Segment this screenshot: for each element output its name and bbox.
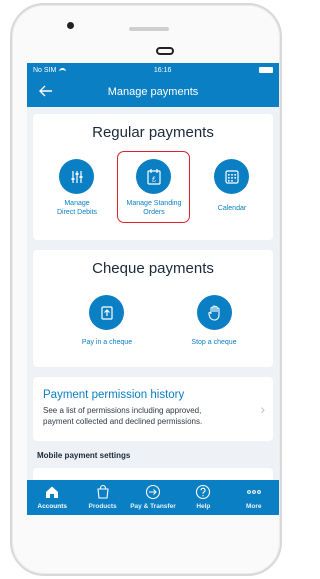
tab-pay-transfer[interactable]: Pay & Transfer (130, 483, 176, 510)
regular-payments-card: Regular payments Manage Direct Debits £ … (33, 114, 273, 240)
app-screen: No SIM 16:16 Manage payments Regular pay… (27, 63, 279, 515)
speaker-grille (129, 27, 169, 31)
tab-products[interactable]: Products (80, 483, 126, 510)
carrier-text: No SIM (33, 66, 57, 74)
manage-standing-orders-label[interactable]: Manage Standing Orders (119, 199, 189, 217)
navigation-bar: Manage payments (27, 77, 279, 107)
chevron-right-icon: › (260, 401, 265, 417)
sliders-icon[interactable] (59, 159, 94, 194)
back-arrow-icon[interactable] (39, 83, 53, 101)
main-content: Regular payments Manage Direct Debits £ … (27, 107, 279, 488)
battery-icon (259, 67, 273, 73)
mobile-payment-settings-label: Mobile payment settings (37, 451, 131, 460)
wifi-icon (59, 67, 67, 73)
cheque-payments-title: Cheque payments (92, 260, 214, 277)
home-icon (45, 483, 59, 501)
standing-order-icon[interactable]: £ (136, 159, 171, 194)
status-bar: No SIM 16:16 (27, 63, 279, 77)
stop-cheque-label[interactable]: Stop a cheque (174, 338, 254, 347)
pay-in-cheque-label[interactable]: Pay in a cheque (67, 338, 147, 347)
sensor-pill (156, 47, 174, 55)
tab-accounts[interactable]: Accounts (29, 483, 75, 510)
svg-text:£: £ (152, 176, 156, 183)
manage-direct-debits-label[interactable]: Manage Direct Debits (43, 199, 111, 217)
help-icon (195, 483, 211, 501)
cheque-payments-card: Cheque payments Pay in a cheque Stop a c… (33, 250, 273, 367)
page-title: Manage payments (107, 86, 199, 98)
shopping-bag-icon (95, 483, 111, 501)
stop-hand-icon[interactable] (197, 295, 232, 330)
calendar-label[interactable]: Calendar (201, 204, 263, 213)
more-dots-icon (246, 483, 262, 501)
permission-history-title: Payment permission history (43, 389, 185, 401)
camera-dot (67, 22, 74, 29)
permission-history-card[interactable]: Payment permission history See a list of… (33, 377, 273, 441)
transfer-arrow-icon (145, 483, 161, 501)
calendar-icon[interactable] (214, 159, 249, 194)
tab-help[interactable]: Help (180, 483, 226, 510)
status-time: 16:16 (153, 66, 172, 74)
bottom-tab-bar: Accounts Products Pay & Transfer Help Mo… (27, 480, 279, 515)
permission-history-description: See a list of permissions including appr… (43, 406, 203, 426)
pay-in-cheque-icon[interactable] (89, 295, 124, 330)
tab-more[interactable]: More (231, 483, 277, 510)
regular-payments-title: Regular payments (92, 124, 214, 141)
